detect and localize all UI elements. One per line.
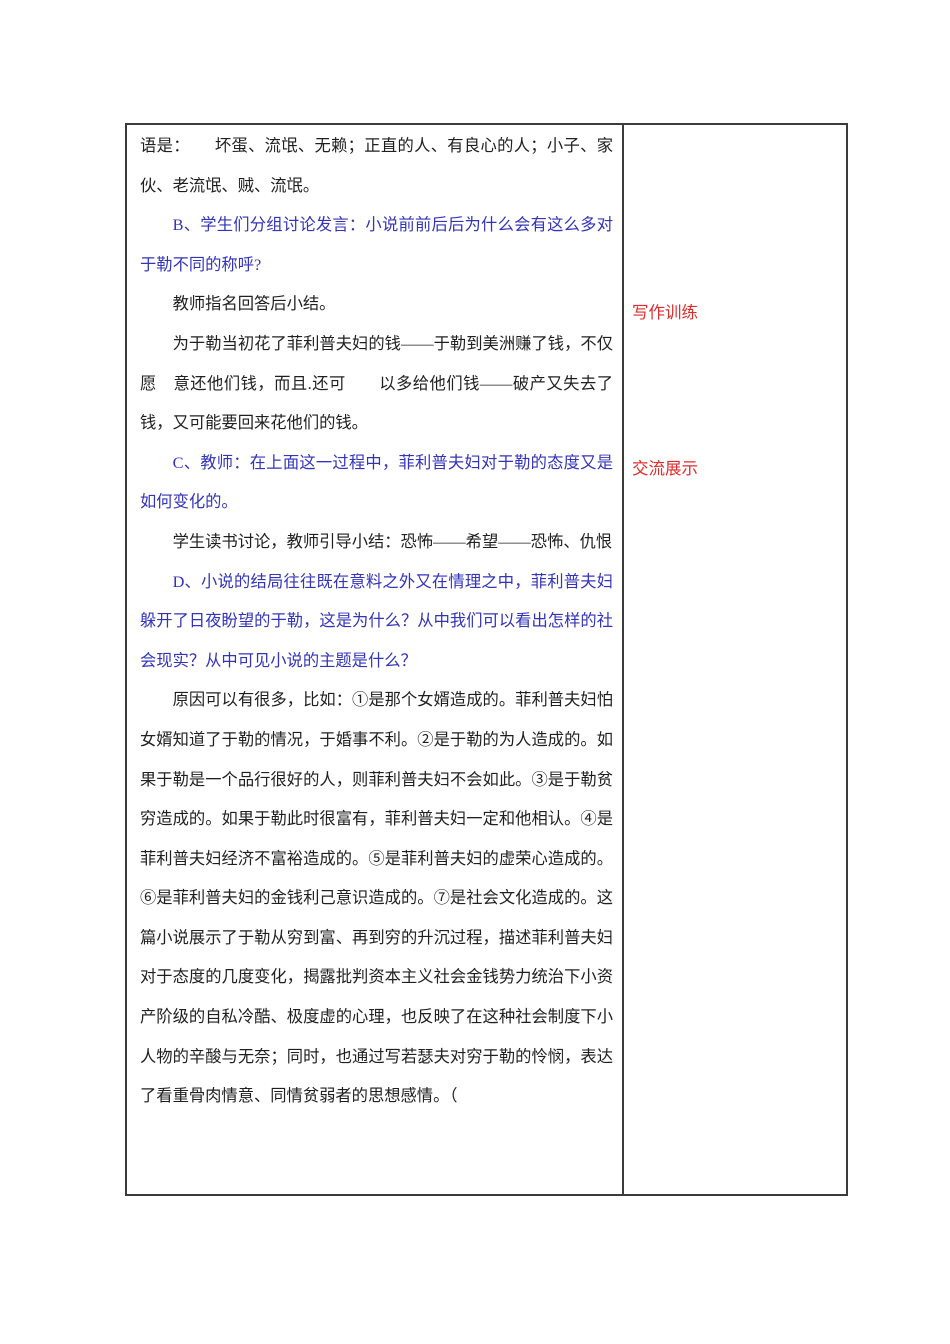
paragraph-question-b: B、学生们分组讨论发言：小说前前后后为什么会有这么多对于勒不同的称呼?: [140, 215, 613, 274]
paragraph-question-c: C、教师：在上面这一过程中，菲利普夫妇对于勒的态度又是如何变化的。: [140, 452, 613, 512]
lesson-content-cell: 语是： 坏蛋、流氓、无赖；正直的人、有良心的人；小子、家伙、老流氓、贼、流氓。 …: [127, 125, 624, 1194]
paragraph-attitude-summary: 学生读书讨论，教师引导小结：恐怖——希望——恐怖、仇恨: [172, 531, 613, 551]
lesson-plan-table: 语是： 坏蛋、流氓、无赖；正直的人、有良心的人；小子、家伙、老流氓、贼、流氓。 …: [125, 123, 848, 1196]
paragraph-teacher-summary: 教师指名回答后小结。: [172, 294, 336, 314]
paragraph-reasons-analysis: 原因可以有很多，比如：①是那个女婿造成的。菲利普夫妇怕女婿知道了于勒的情况，于婚…: [140, 690, 613, 1106]
paragraph-money-explanation: 为于勒当初花了菲利普夫妇的钱——于勒到美洲赚了钱，不仅愿 意还他们钱，而且.还可…: [140, 333, 613, 433]
annotation-cell: 写作训练 交流展示: [624, 125, 846, 1194]
document-page: 语是： 坏蛋、流氓、无赖；正直的人、有良心的人；小子、家伙、老流氓、贼、流氓。 …: [0, 0, 950, 1344]
annotation-writing-training: 写作训练: [632, 303, 698, 322]
paragraph-continuation-names: 语是： 坏蛋、流氓、无赖；正直的人、有良心的人；小子、家伙、老流氓、贼、流氓。: [140, 136, 613, 195]
paragraph-question-d: D、小说的结局往往既在意料之外又在情理之中，菲利普夫妇躲开了日夜盼望的于勒，这是…: [140, 571, 613, 670]
annotation-exchange-display: 交流展示: [632, 459, 698, 478]
